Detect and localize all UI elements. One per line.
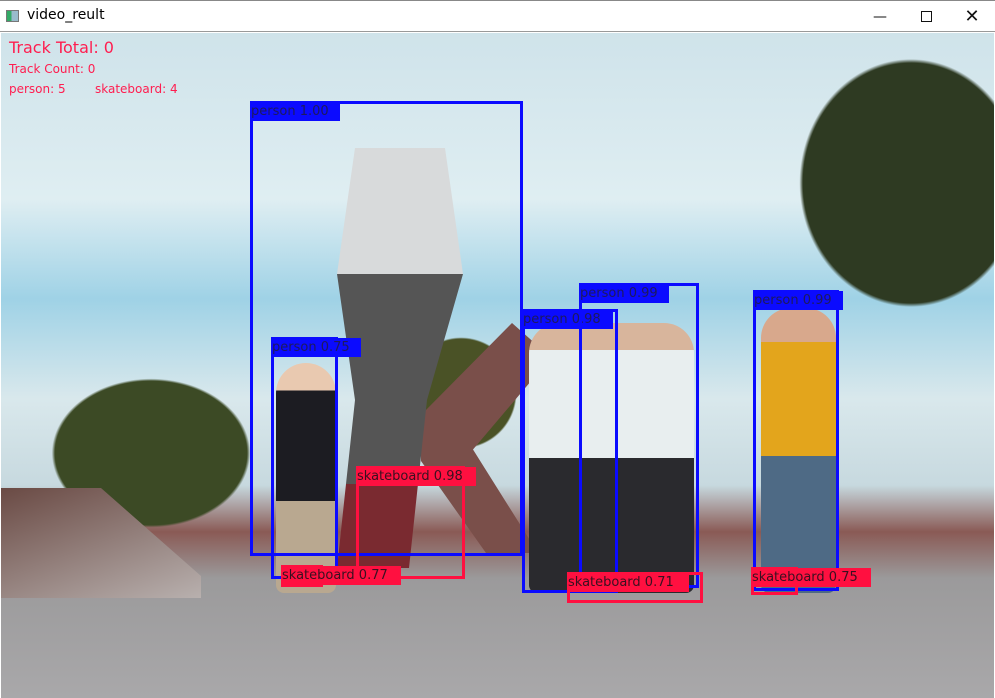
detection-label: person 0.99 bbox=[579, 284, 669, 303]
detection-label: skateboard 0.75 bbox=[751, 568, 871, 587]
person-count: person: 5 bbox=[9, 82, 66, 96]
detection-box-person bbox=[271, 337, 338, 579]
skateboard-count: skateboard: 4 bbox=[95, 82, 178, 96]
track-count: Track Count: 0 bbox=[9, 62, 96, 76]
minimize-icon: — bbox=[873, 8, 887, 25]
title-bar: video_reult — ✕ bbox=[0, 0, 995, 32]
detection-label: skateboard 0.98 bbox=[356, 467, 476, 486]
detection-label: person 0.99 bbox=[753, 291, 843, 310]
detection-box-person bbox=[579, 283, 699, 588]
maximize-icon bbox=[920, 11, 932, 22]
detection-label: skateboard 0.71 bbox=[567, 573, 689, 592]
track-total: Track Total: 0 bbox=[9, 38, 114, 57]
skate-ramp bbox=[1, 488, 201, 598]
app-icon bbox=[6, 10, 19, 22]
detection-box-person bbox=[753, 290, 839, 591]
window-title: video_reult bbox=[27, 7, 105, 23]
detection-label: skateboard 0.77 bbox=[281, 566, 401, 585]
maximize-button[interactable] bbox=[903, 1, 949, 32]
minimize-button[interactable]: — bbox=[857, 1, 903, 32]
video-frame: Track Total: 0 Track Count: 0 person: 5 … bbox=[1, 33, 994, 698]
close-icon: ✕ bbox=[964, 6, 980, 27]
close-button[interactable]: ✕ bbox=[949, 1, 995, 32]
detection-label: person 0.75 bbox=[271, 338, 361, 357]
detection-label: person 1.00 bbox=[250, 102, 340, 121]
